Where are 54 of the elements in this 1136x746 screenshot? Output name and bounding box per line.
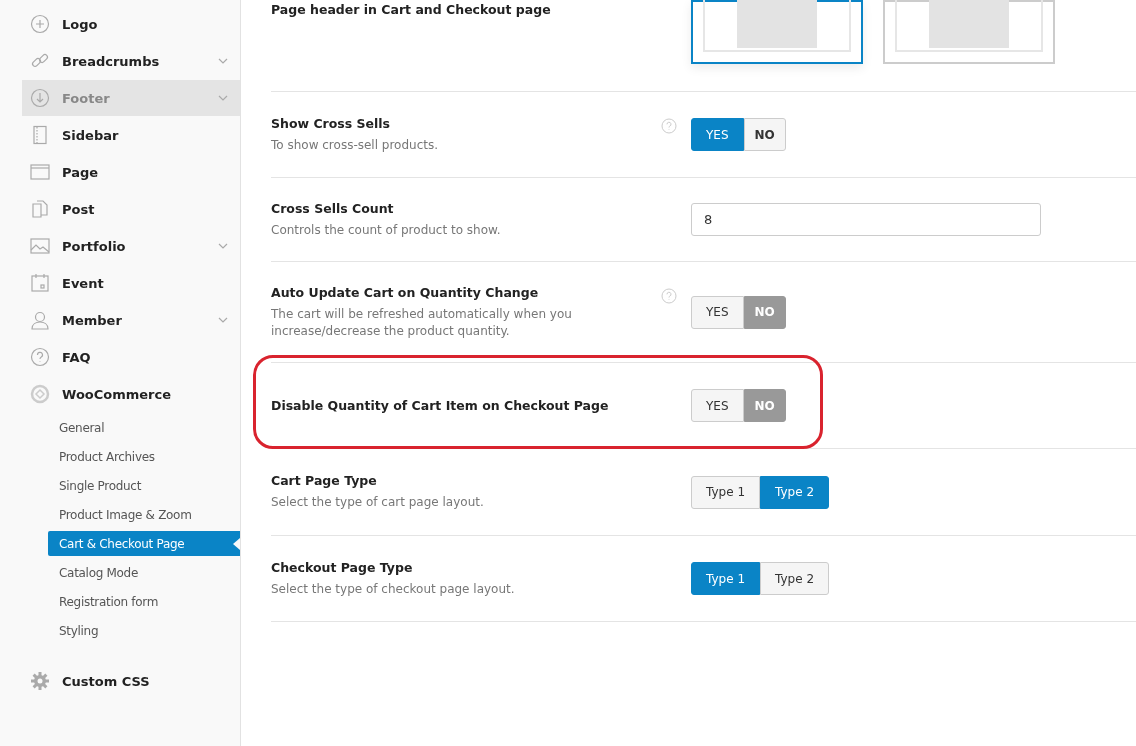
setting-title: Cart Page Type (271, 473, 378, 488)
sidebar-subitem[interactable]: Registration form (48, 589, 240, 614)
layout-option[interactable] (691, 0, 863, 64)
toggle-option[interactable]: YES (691, 118, 744, 151)
toggle-option[interactable]: NO (743, 118, 786, 151)
plus-circle-icon (30, 14, 50, 34)
sidebar-item[interactable]: Breadcrumbs (22, 43, 240, 79)
sidebar-item[interactable]: Logo (22, 6, 240, 42)
documents-icon (30, 199, 50, 219)
sidebar-item[interactable]: FAQ (22, 339, 240, 375)
setting-description: The cart will be refreshed automatically when you increase/decrease the product quantity. (271, 305, 573, 340)
setting-title: Checkout Page Type (271, 559, 414, 575)
setting-title: Disable Quantity of Cart Item on Checkout Page (271, 398, 610, 413)
type-option[interactable]: Type 1 (691, 562, 760, 595)
help-icon[interactable] (661, 288, 677, 304)
sidebar-item[interactable]: Event (22, 265, 240, 301)
setting-description: Select the type of cart page layout. (271, 494, 485, 511)
sidebar-item[interactable]: Custom CSS (22, 663, 240, 699)
toggle-option[interactable]: YES (691, 389, 744, 422)
type-option[interactable]: Type 2 (760, 562, 830, 595)
setting-description: Select the type of checkout page layout. (271, 580, 516, 598)
sidebar-subitem[interactable]: Single Product (48, 473, 240, 498)
calendar-icon (30, 273, 50, 293)
sidebar-item[interactable]: WooCommerce (22, 376, 240, 412)
setting-description: To show cross-sell products. (271, 136, 440, 154)
sidebar-subitem[interactable]: Cart & Checkout Page (48, 531, 240, 556)
sidebar-icon (30, 125, 50, 145)
image-icon (30, 236, 50, 256)
setting-title: Cross Sells Count (271, 200, 395, 216)
sidebar-item[interactable]: Sidebar (22, 117, 240, 153)
type-option[interactable]: Type 2 (760, 475, 830, 509)
gear-icon (30, 671, 50, 691)
sidebar-item[interactable]: Page (22, 154, 240, 190)
setting-title: Auto Update Cart on Quantity Change (271, 284, 540, 300)
user-icon (30, 310, 50, 330)
toggle-option[interactable]: YES (691, 295, 744, 329)
sidebar-item[interactable]: Post (22, 191, 240, 227)
setting-description: Controls the count of product to show. (271, 221, 502, 239)
count-input[interactable]: 8 (691, 203, 1041, 236)
sidebar-item[interactable]: Portfolio (22, 228, 240, 264)
setting-title: Page header in Cart and Checkout page (271, 2, 552, 17)
woocommerce-icon (30, 384, 50, 404)
sidebar-subitem[interactable]: Product Archives (48, 444, 240, 469)
help-circle-icon (30, 347, 50, 367)
sidebar-subitem[interactable]: Styling (48, 618, 240, 643)
download-circle-icon (30, 88, 50, 108)
sidebar-subitem[interactable]: Product Image & Zoom (48, 502, 240, 527)
sidebar-subitem[interactable]: General (48, 415, 240, 440)
help-icon[interactable] (661, 118, 677, 134)
browser-window-icon (30, 162, 50, 182)
sidebar-subitem[interactable]: Catalog Mode (48, 560, 240, 585)
setting-title: Show Cross Sells (271, 115, 392, 131)
sidebar-item[interactable]: Member (22, 302, 240, 338)
type-option[interactable]: Type 1 (691, 475, 760, 509)
